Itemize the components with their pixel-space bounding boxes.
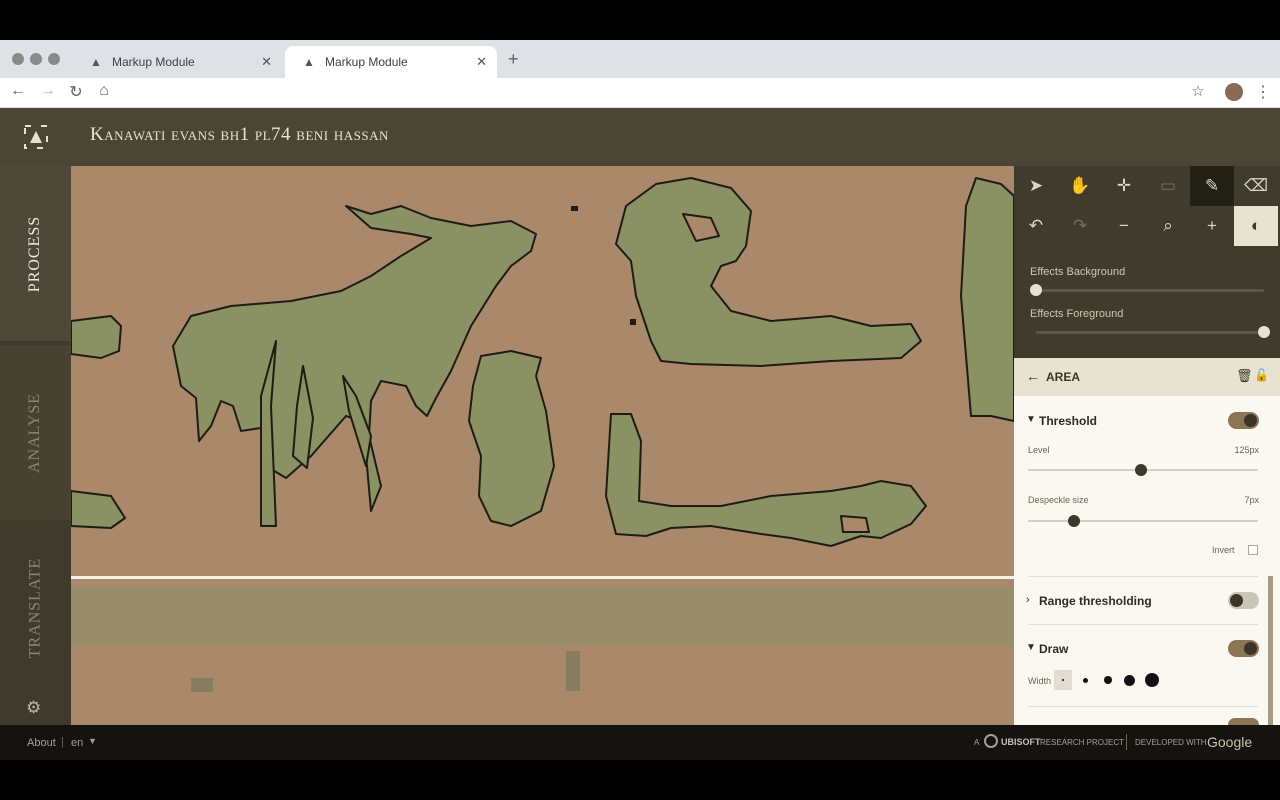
despeckle-slider-track[interactable] bbox=[1028, 520, 1258, 522]
effects-foreground-label: Effects Foreground bbox=[1030, 308, 1124, 320]
ubisoft-suffix: RESEARCH PROJECT bbox=[1040, 738, 1125, 747]
level-value: 125px bbox=[1234, 445, 1259, 455]
level-slider-knob[interactable] bbox=[1134, 464, 1147, 476]
section-divider bbox=[1028, 706, 1258, 707]
pencil-icon[interactable]: ✎ bbox=[1190, 166, 1234, 206]
home-icon[interactable]: ⌂ bbox=[94, 82, 114, 100]
footer-divider bbox=[1126, 734, 1127, 750]
app-logo-icon[interactable] bbox=[0, 108, 71, 166]
level-label: Level bbox=[1028, 445, 1050, 455]
range-thresholding-toggle[interactable] bbox=[1228, 592, 1259, 609]
width-option-3[interactable] bbox=[1104, 676, 1112, 684]
width-label: Width bbox=[1028, 676, 1052, 686]
back-icon[interactable]: ← bbox=[8, 82, 28, 100]
chevron-down-icon[interactable]: ▼ bbox=[1026, 414, 1036, 425]
document-title: Kanawati evans bh1 pl74 beni hassan bbox=[90, 124, 389, 145]
image-canvas[interactable] bbox=[71, 166, 1014, 725]
area-panel-body: ▼ Threshold Level 125px Despeckle size 7… bbox=[1014, 396, 1280, 725]
effects-foreground-track[interactable] bbox=[1036, 331, 1264, 334]
despeckle-label: Despeckle size bbox=[1028, 495, 1089, 505]
draw-label: Draw bbox=[1039, 642, 1069, 656]
profile-avatar[interactable] bbox=[1225, 83, 1243, 101]
chevron-down-icon[interactable]: ▼ bbox=[88, 736, 97, 746]
zoom-out-icon[interactable]: − bbox=[1102, 206, 1146, 246]
invert-label: Invert bbox=[1212, 545, 1235, 555]
contrast-drop-icon[interactable]: ◐ bbox=[1234, 206, 1278, 246]
width-option-1[interactable] bbox=[1054, 670, 1072, 690]
area-title: AREA bbox=[1046, 370, 1081, 384]
browser-toolbar: ← → ↻ ⌂ ☆ ⋮ bbox=[0, 78, 1280, 108]
zoom-in-icon[interactable]: + bbox=[1190, 206, 1234, 246]
footer-separator: | bbox=[61, 736, 64, 748]
tab-title: Markup Module bbox=[325, 55, 408, 69]
threshold-toggle[interactable] bbox=[1228, 412, 1259, 429]
nav-analyse-label: ANALYSE bbox=[26, 392, 44, 473]
traced-hieroglyphs bbox=[71, 177, 1014, 692]
bookmark-star-icon[interactable]: ☆ bbox=[1188, 82, 1208, 100]
developed-with-label: DEVELOPED WITH bbox=[1135, 738, 1207, 747]
rectangle-tool-icon[interactable]: ▭ bbox=[1146, 166, 1190, 206]
despeckle-value: 7px bbox=[1244, 495, 1259, 505]
menu-kebab-icon[interactable]: ⋮ bbox=[1253, 82, 1273, 102]
draw-toggle[interactable] bbox=[1228, 640, 1259, 657]
language-select[interactable]: en bbox=[71, 737, 83, 749]
nav-translate-label: TRANSLATE bbox=[26, 557, 44, 658]
browser-tab-bar: ▲ Markup Module ✕ ▲ Markup Module ✕ + bbox=[0, 40, 1280, 78]
browser-tab[interactable]: ▲ Markup Module ✕ bbox=[72, 46, 282, 78]
close-tab-icon[interactable]: ✕ bbox=[476, 54, 487, 70]
ubisoft-prefix: A bbox=[974, 738, 980, 747]
settings-gear-icon[interactable]: ⚙ bbox=[26, 698, 41, 718]
pyramid-icon: ▲ bbox=[303, 55, 315, 69]
panel-scrollbar[interactable] bbox=[1268, 576, 1273, 725]
reload-icon[interactable]: ↻ bbox=[66, 82, 86, 102]
browser-tab-active[interactable]: ▲ Markup Module ✕ bbox=[285, 46, 497, 78]
section-divider bbox=[1028, 624, 1258, 625]
invert-checkbox[interactable] bbox=[1248, 545, 1258, 555]
lock-icon[interactable]: 🔓 bbox=[1254, 368, 1269, 382]
search-zoom-icon[interactable]: ⌕ bbox=[1146, 206, 1190, 246]
effects-foreground-knob[interactable] bbox=[1258, 326, 1270, 338]
nav-process[interactable]: PROCESS bbox=[0, 166, 71, 341]
chevron-down-icon[interactable]: ▼ bbox=[1026, 642, 1036, 653]
range-thresholding-label: Range thresholding bbox=[1039, 594, 1152, 608]
window-maximize-button[interactable] bbox=[48, 53, 60, 65]
width-option-4[interactable] bbox=[1124, 675, 1135, 686]
trash-icon[interactable]: 🗑 bbox=[1236, 368, 1253, 384]
window-minimize-button[interactable] bbox=[30, 53, 42, 65]
select-pointer-icon[interactable]: ➤ bbox=[1014, 166, 1058, 206]
effects-background-label: Effects Background bbox=[1030, 266, 1126, 278]
close-tab-icon[interactable]: ✕ bbox=[261, 54, 272, 70]
tab-title: Markup Module bbox=[112, 55, 195, 69]
effects-background-track[interactable] bbox=[1036, 289, 1264, 292]
eraser-icon[interactable]: ⌫ bbox=[1234, 166, 1278, 206]
effects-background-knob[interactable] bbox=[1030, 284, 1042, 296]
undo-icon[interactable]: ↶ bbox=[1014, 206, 1058, 246]
ubisoft-logo-icon bbox=[984, 734, 998, 748]
section-divider bbox=[1028, 576, 1258, 577]
nav-translate[interactable]: TRANSLATE bbox=[0, 520, 71, 695]
crosshair-icon[interactable]: ✛ bbox=[1102, 166, 1146, 206]
back-arrow-icon[interactable]: ← bbox=[1026, 368, 1040, 384]
despeckle-slider-knob[interactable] bbox=[1068, 515, 1080, 527]
area-panel-header: ← AREA 🗑 🔓 bbox=[1014, 358, 1280, 396]
tool-grid: ➤ ✋ ✛ ▭ ✎ ⌫ ↶ ↷ − ⌕ + ◐ bbox=[1014, 166, 1280, 246]
tools-panel: ➤ ✋ ✛ ▭ ✎ ⌫ ↶ ↷ − ⌕ + ◐ Effects Backgrou… bbox=[1014, 166, 1280, 358]
redo-icon[interactable]: ↷ bbox=[1058, 206, 1102, 246]
google-logo: Google bbox=[1207, 734, 1253, 750]
width-option-5[interactable] bbox=[1145, 673, 1159, 687]
width-option-2[interactable] bbox=[1083, 678, 1088, 683]
chevron-right-icon[interactable]: › bbox=[1026, 594, 1030, 606]
new-tab-icon[interactable]: + bbox=[508, 49, 519, 70]
about-link[interactable]: About bbox=[27, 737, 56, 749]
threshold-label: Threshold bbox=[1039, 414, 1098, 428]
nav-process-label: PROCESS bbox=[26, 215, 44, 292]
app-footer: About | en ▼ A UBISOFT RESEARCH PROJECT … bbox=[0, 725, 1280, 760]
ubisoft-brand: UBISOFT bbox=[1001, 737, 1041, 747]
nav-analyse[interactable]: ANALYSE bbox=[0, 345, 71, 520]
window-close-button[interactable] bbox=[12, 53, 24, 65]
forward-icon[interactable]: → bbox=[38, 82, 58, 100]
next-section-toggle[interactable] bbox=[1228, 718, 1259, 725]
pan-hand-icon[interactable]: ✋ bbox=[1058, 166, 1102, 206]
pyramid-icon: ▲ bbox=[90, 55, 102, 69]
